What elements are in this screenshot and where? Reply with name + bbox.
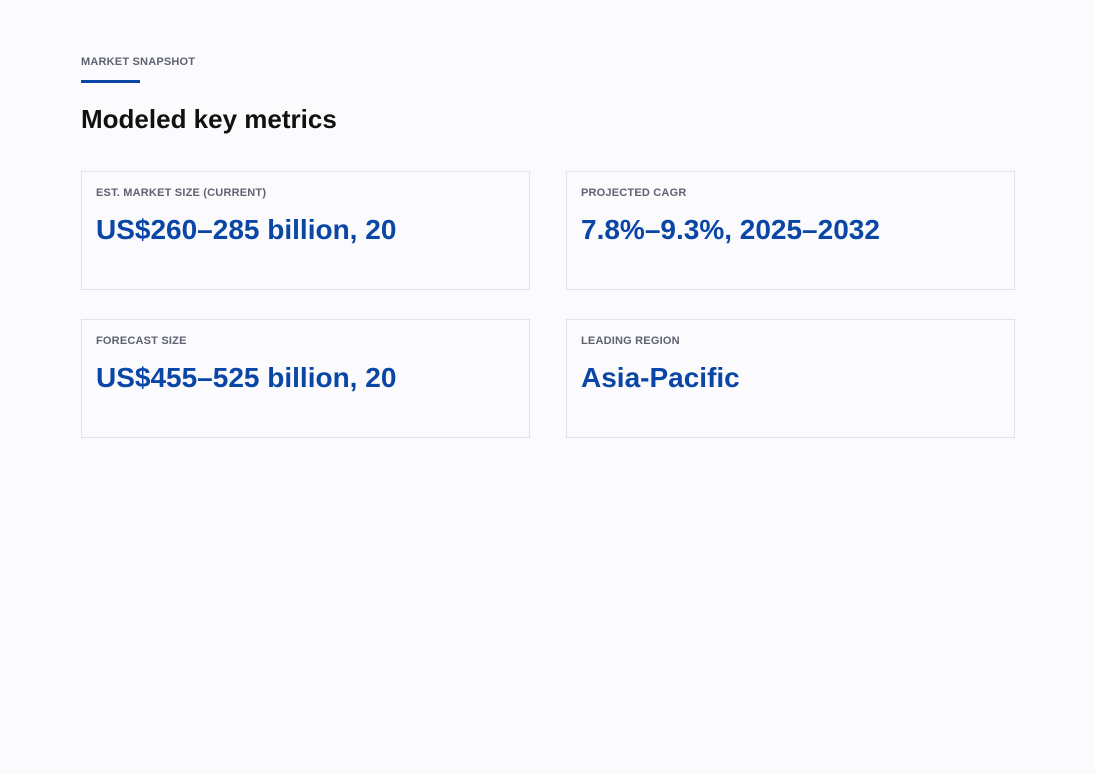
metric-value: Asia-Pacific [581, 362, 740, 393]
metric-label: LEADING REGION [581, 335, 680, 347]
metric-label: EST. MARKET SIZE (CURRENT) [96, 187, 267, 199]
metrics-grid: EST. MARKET SIZE (CURRENT) US$260–285 bi… [81, 171, 1015, 438]
page-title: Modeled key metrics [81, 104, 337, 134]
metric-label: FORECAST SIZE [96, 335, 187, 347]
eyebrow-accent-rule [81, 80, 140, 83]
metric-card-cagr: PROJECTED CAGR 7.8%–9.3%, 2025–2032 [566, 171, 1015, 290]
metric-card-forecast-size: FORECAST SIZE US$455–525 billion, 20 [81, 319, 530, 438]
metric-value: US$455–525 billion, 20 [96, 362, 397, 393]
metric-label: PROJECTED CAGR [581, 187, 687, 199]
metric-value: 7.8%–9.3%, 2025–2032 [581, 214, 880, 245]
metric-card-market-size: EST. MARKET SIZE (CURRENT) US$260–285 bi… [81, 171, 530, 290]
metric-card-leading-region: LEADING REGION Asia-Pacific [566, 319, 1015, 438]
section-eyebrow: MARKET SNAPSHOT [81, 56, 196, 68]
metric-value: US$260–285 billion, 20 [96, 214, 397, 245]
